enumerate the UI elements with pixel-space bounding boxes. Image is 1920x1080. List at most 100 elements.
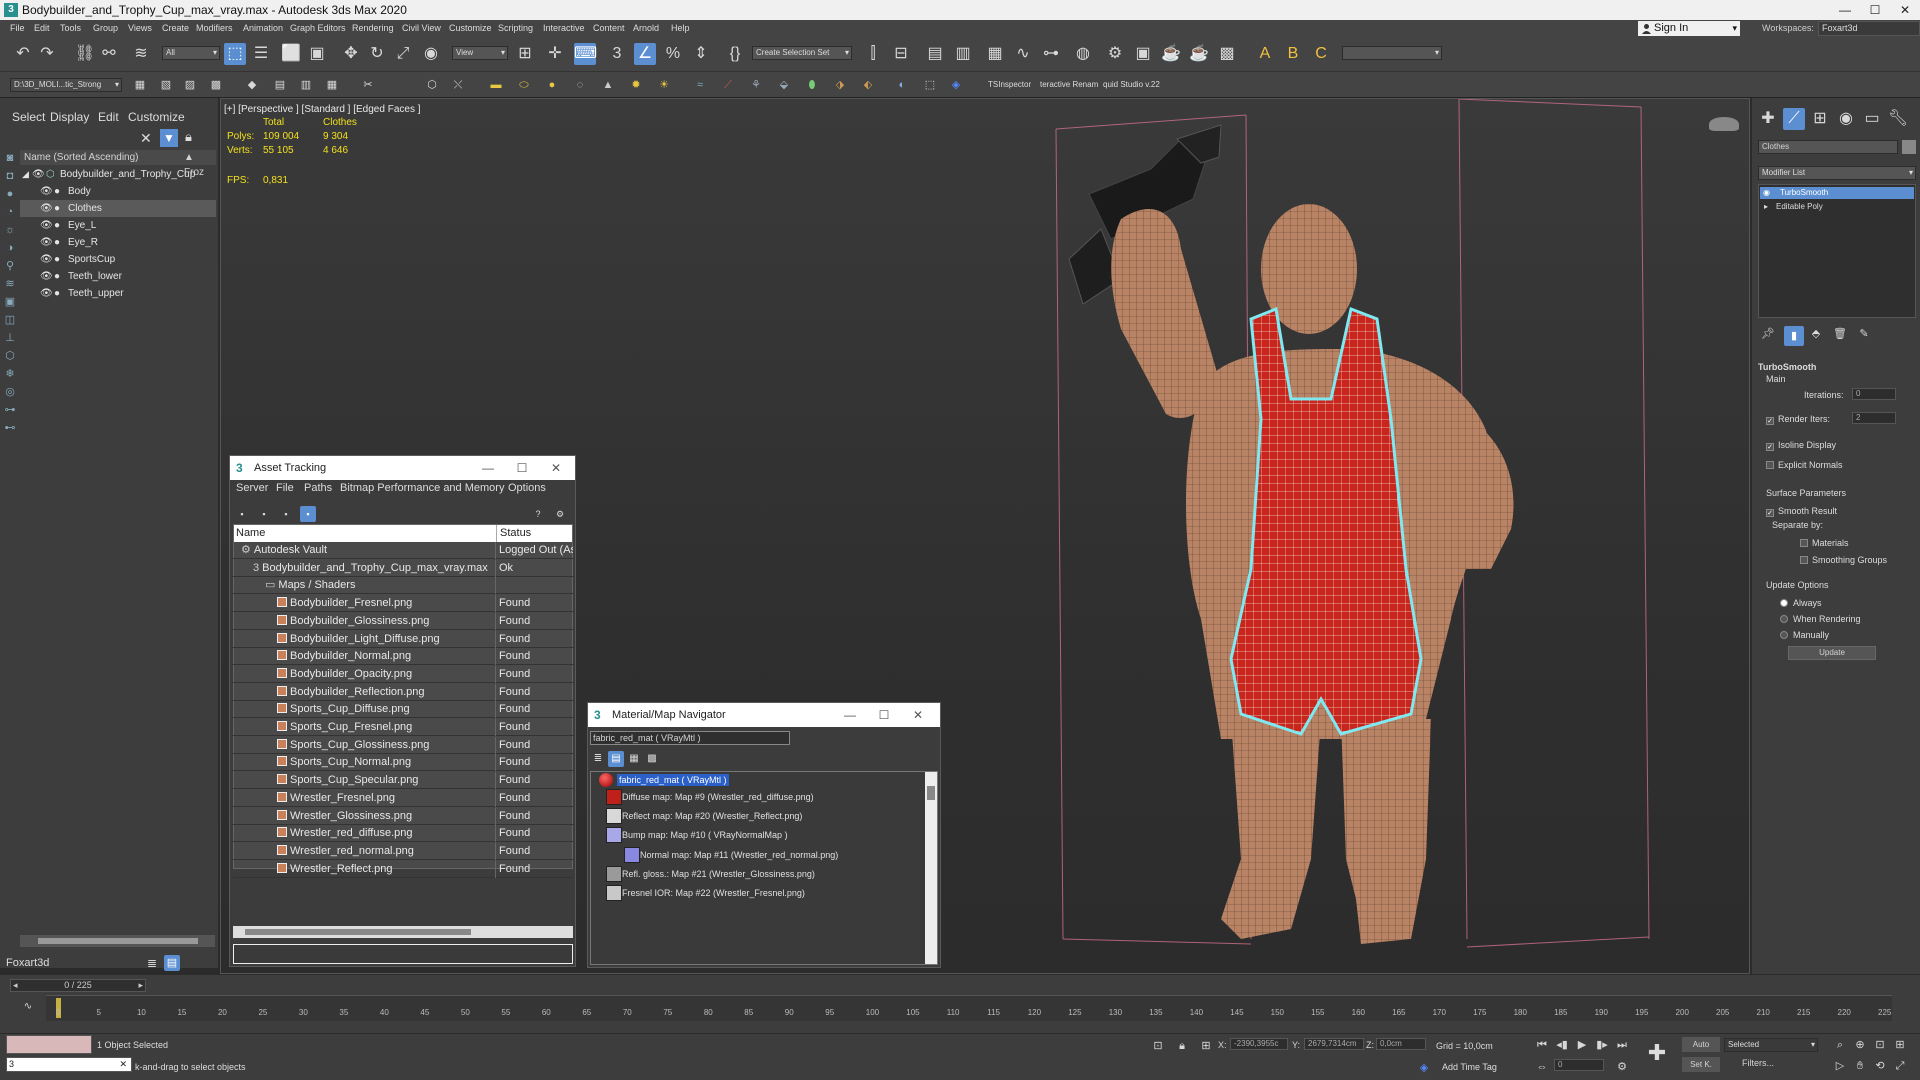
- material-editor-icon[interactable]: ◍: [1072, 43, 1094, 65]
- modify-tab-icon[interactable]: ⟋: [1783, 108, 1805, 130]
- menu-civil-view[interactable]: Civil View: [402, 20, 441, 36]
- display-influences-icon[interactable]: ⊷: [2, 420, 18, 436]
- redo-icon[interactable]: ↷: [36, 43, 58, 65]
- map-slot-item[interactable]: Refl. gloss.: Map #21 (Wrestler_Glossine…: [622, 866, 815, 882]
- eye-icon[interactable]: 👁︎: [40, 217, 53, 234]
- shape-sphere-icon[interactable]: ●: [544, 77, 560, 93]
- menu-content[interactable]: Content: [593, 20, 625, 36]
- set-key-button[interactable]: Set K.: [1682, 1057, 1720, 1072]
- keyboard-shortcut-icon[interactable]: ⌨: [574, 43, 597, 65]
- scene-item-teeth-lower[interactable]: 👁︎ ● Teeth_lower: [20, 268, 216, 285]
- asset-row[interactable]: Wrestler_red_normal.png Found: [233, 842, 573, 860]
- zoom-all-icon[interactable]: ⊕: [1852, 1037, 1868, 1053]
- menu-scripting[interactable]: Scripting: [498, 20, 533, 36]
- display-helpers-icon[interactable]: ⚲: [2, 258, 18, 274]
- pan-icon[interactable]: ✋︎: [1852, 1058, 1868, 1074]
- display-shapes-icon[interactable]: ◔: [2, 204, 18, 220]
- eye-icon[interactable]: 👁︎: [40, 200, 53, 217]
- angle-snap-icon[interactable]: ∠: [634, 43, 656, 65]
- viewport-layout-dropdown[interactable]: [1342, 46, 1442, 60]
- workspaces-dropdown[interactable]: Foxart3d: [1818, 21, 1920, 36]
- asset-menu-server[interactable]: Server: [236, 482, 268, 494]
- tool-b-icon[interactable]: ▤: [272, 77, 288, 93]
- minimize-button[interactable]: —: [838, 703, 862, 727]
- create-selection-set-dropdown[interactable]: Create Selection Set: [752, 46, 852, 60]
- root-material-label[interactable]: fabric_red_mat ( VRayMtl ): [617, 774, 729, 786]
- mirror-icon[interactable]: ⫿: [862, 43, 884, 65]
- tool-n-icon[interactable]: ⬖: [860, 77, 876, 93]
- map-slot-item[interactable]: Reflect map: Map #20 (Wrestler_Reflect.p…: [622, 808, 802, 824]
- clear-icon[interactable]: ✕: [119, 1058, 127, 1071]
- modifier-list-dropdown[interactable]: Modifier List: [1758, 166, 1916, 180]
- display-frozen-icon[interactable]: ❄: [2, 366, 18, 382]
- layer-add-icon[interactable]: ▨: [182, 77, 198, 93]
- asset-row[interactable]: Wrestler_Glossiness.png Found: [233, 807, 573, 825]
- materials-checkbox[interactable]: Materials: [1800, 538, 1849, 548]
- minimize-button[interactable]: —: [1830, 0, 1860, 20]
- material-navigator-titlebar[interactable]: 3 Material/Map Navigator — ☐ ✕: [588, 703, 940, 727]
- display-hidden-icon[interactable]: ◎: [2, 384, 18, 400]
- utilities-tab-icon[interactable]: 🔧︎: [1887, 108, 1909, 130]
- asset-tracking-titlebar[interactable]: 3 Asset Tracking — ☐ ✕: [230, 456, 575, 480]
- display-spacewarps-icon[interactable]: ≋: [2, 276, 18, 292]
- map-slot-item[interactable]: Diffuse map: Map #9 (Wrestler_red_diffus…: [622, 789, 814, 805]
- asset-row[interactable]: Sports_Cup_Diffuse.png Found: [233, 701, 573, 719]
- list-view-icon[interactable]: ≣: [590, 751, 606, 767]
- curve-toggle-icon[interactable]: ∿: [20, 999, 36, 1015]
- map-slot-item[interactable]: Fresnel IOR: Map #22 (Wrestler_Fresnel.p…: [622, 885, 805, 901]
- scene-root-row[interactable]: ◢ 👁︎ ⬡ Bodybuilder_and_Trophy_Cup: [20, 166, 216, 183]
- orbit-icon[interactable]: ⟲: [1872, 1058, 1888, 1074]
- maxscript-mini-listener[interactable]: 3 ✕: [6, 1057, 132, 1072]
- tool-e-icon[interactable]: ✂: [360, 77, 376, 93]
- asset-row[interactable]: Sports_Cup_Fresnel.png Found: [233, 719, 573, 736]
- isoline-display-checkbox[interactable]: ✓ Isoline Display: [1766, 440, 1836, 451]
- tool-i-icon[interactable]: ⟋: [720, 77, 736, 93]
- percent-snap-icon[interactable]: %: [662, 43, 684, 65]
- asset-row[interactable]: Bodybuilder_Light_Diffuse.png Found: [233, 630, 573, 648]
- display-groups-icon[interactable]: ▣: [2, 294, 18, 310]
- scene-item-body[interactable]: 👁︎ ● Body: [20, 183, 216, 200]
- clear-filter-icon[interactable]: ✕: [140, 130, 152, 147]
- rect-selection-icon[interactable]: ⬜: [280, 43, 302, 65]
- eye-icon[interactable]: 👁︎: [40, 183, 53, 200]
- previous-frame-icon[interactable]: ◂▮: [1554, 1037, 1570, 1053]
- menu-customize[interactable]: Customize: [449, 20, 492, 36]
- bind-spacewarp-icon[interactable]: ≋: [130, 43, 152, 65]
- always-radio[interactable]: Always: [1780, 598, 1822, 608]
- display-xrefs-icon[interactable]: ◫: [2, 312, 18, 328]
- display-bones-icon[interactable]: ⊥: [2, 330, 18, 346]
- tool-l-icon[interactable]: ⬮: [804, 77, 820, 93]
- window-crossing-icon[interactable]: ▣: [306, 43, 328, 65]
- asset-tracking-window[interactable]: 3 Asset Tracking — ☐ ✕ Server File Paths…: [229, 455, 576, 967]
- scene-item-eye-r[interactable]: 👁︎ ● Eye_R: [20, 234, 216, 251]
- time-slider-prev-icon[interactable]: ◂: [13, 980, 18, 991]
- sign-in-dropdown[interactable]: Sign In ▾: [1638, 21, 1740, 36]
- view-b-icon[interactable]: ▪: [256, 506, 272, 522]
- time-slider[interactable]: ◂ 0 / 225 ▸: [10, 979, 146, 992]
- asset-row[interactable]: Wrestler_red_diffuse.png Found: [233, 825, 573, 843]
- menu-edit[interactable]: Edit: [34, 20, 50, 36]
- asset-row[interactable]: Sports_Cup_Normal.png Found: [233, 754, 573, 772]
- manually-radio[interactable]: Manually: [1780, 630, 1829, 640]
- z-coordinate[interactable]: 0,0cm: [1376, 1038, 1426, 1050]
- tool-m-icon[interactable]: ⬗: [832, 77, 848, 93]
- menu-interactive[interactable]: Interactive: [543, 20, 585, 36]
- large-icons-view-icon[interactable]: ▩: [644, 751, 660, 767]
- layers-icon[interactable]: ▧: [158, 77, 174, 93]
- view-d-icon[interactable]: ▪: [300, 506, 316, 522]
- scale-icon[interactable]: ⤢: [392, 43, 414, 65]
- zoom-extents-icon[interactable]: ⊡: [1872, 1037, 1888, 1053]
- y-coordinate[interactable]: 2679,7314cm: [1304, 1038, 1364, 1050]
- asset-row[interactable]: Bodybuilder_Glossiness.png Found: [233, 612, 573, 630]
- menu-modifiers[interactable]: Modifiers: [196, 20, 233, 36]
- turbosmooth-rollout-title[interactable]: TurboSmooth: [1758, 362, 1816, 372]
- layer-select-icon[interactable]: ▩: [208, 77, 224, 93]
- key-filter-dropdown[interactable]: Selected: [1724, 1038, 1818, 1052]
- expand-arrow-icon[interactable]: ▸: [1764, 201, 1768, 213]
- eye-icon[interactable]: 👁︎: [40, 285, 53, 302]
- scene-tab-edit[interactable]: Edit: [98, 110, 119, 124]
- layers-stack-icon[interactable]: ≣: [144, 955, 160, 971]
- tool-c-icon[interactable]: ▥: [298, 77, 314, 93]
- new-key-icon[interactable]: ✚: [1646, 1042, 1668, 1064]
- menu-rendering[interactable]: Rendering: [352, 20, 394, 36]
